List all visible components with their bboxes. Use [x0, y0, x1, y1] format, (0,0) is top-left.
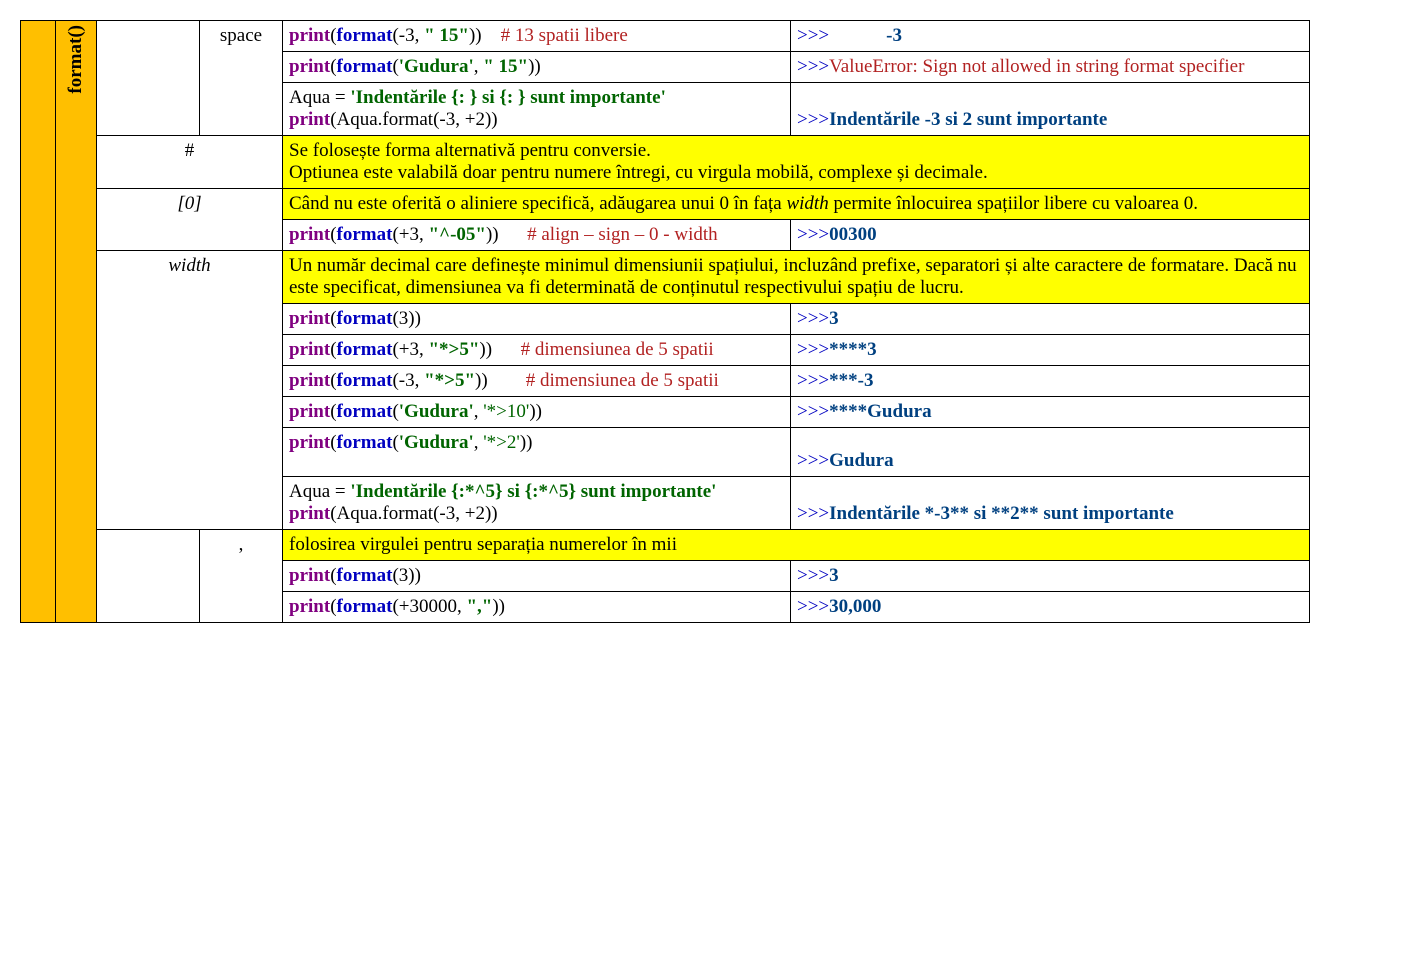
output-cell: >>>****Gudura	[791, 397, 1310, 428]
code-cell: print(format('Gudura', '*>10'))	[283, 397, 791, 428]
zero-description: Când nu este oferită o aliniere specific…	[283, 189, 1310, 220]
output-cell: >>>ValueError: Sign not allowed in strin…	[791, 52, 1310, 83]
option-empty	[97, 21, 200, 136]
code-cell: print(format(-3, "*>5")) # dimensiunea d…	[283, 366, 791, 397]
code-cell: print(format(3))	[283, 561, 791, 592]
function-name: format()	[65, 25, 87, 94]
output-cell: >>>3	[791, 304, 1310, 335]
output-cell: >>>Indentările *-3** si **2** sunt impor…	[791, 477, 1310, 530]
function-name-cell: format()	[56, 21, 97, 623]
code-cell: print(format(+30000, ","))	[283, 592, 791, 623]
comma-description: folosirea virgulei pentru separația nume…	[283, 530, 1310, 561]
code-cell: print(format(-3, " 15")) # 13 spatii lib…	[283, 21, 791, 52]
format-spec-table: format() space print(format(-3, " 15")) …	[20, 20, 1310, 623]
option-width: width	[97, 251, 283, 530]
code-cell: print(format('Gudura', " 15"))	[283, 52, 791, 83]
output-cell: >>>30,000	[791, 592, 1310, 623]
width-description: Un număr decimal care definește minimul …	[283, 251, 1310, 304]
option-hash: #	[97, 136, 283, 189]
code-cell: print(format(+3, "*>5")) # dimensiunea d…	[283, 335, 791, 366]
code-cell: Aqua = 'Indentările {:*^5} si {:*^5} sun…	[283, 477, 791, 530]
side-stripe	[21, 21, 56, 623]
hash-description: Se folosește forma alternativă pentru co…	[283, 136, 1310, 189]
option-zero: [0]	[97, 189, 283, 251]
option-space: space	[200, 21, 283, 136]
output-cell: >>> -3	[791, 21, 1310, 52]
code-cell: print(format(3))	[283, 304, 791, 335]
output-cell: >>>****3	[791, 335, 1310, 366]
output-cell: >>>Indentările -3 si 2 sunt importante	[791, 83, 1310, 136]
code-cell: print(format('Gudura', '*>2'))	[283, 428, 791, 477]
output-cell: >>>00300	[791, 220, 1310, 251]
output-cell: >>>***-3	[791, 366, 1310, 397]
option-empty	[97, 530, 200, 623]
option-comma: ,	[200, 530, 283, 623]
code-cell: print(format(+3, "^-05")) # align – sign…	[283, 220, 791, 251]
code-cell: Aqua = 'Indentările {: } si {: } sunt im…	[283, 83, 791, 136]
output-cell: >>>3	[791, 561, 1310, 592]
output-cell: >>>Gudura	[791, 428, 1310, 477]
